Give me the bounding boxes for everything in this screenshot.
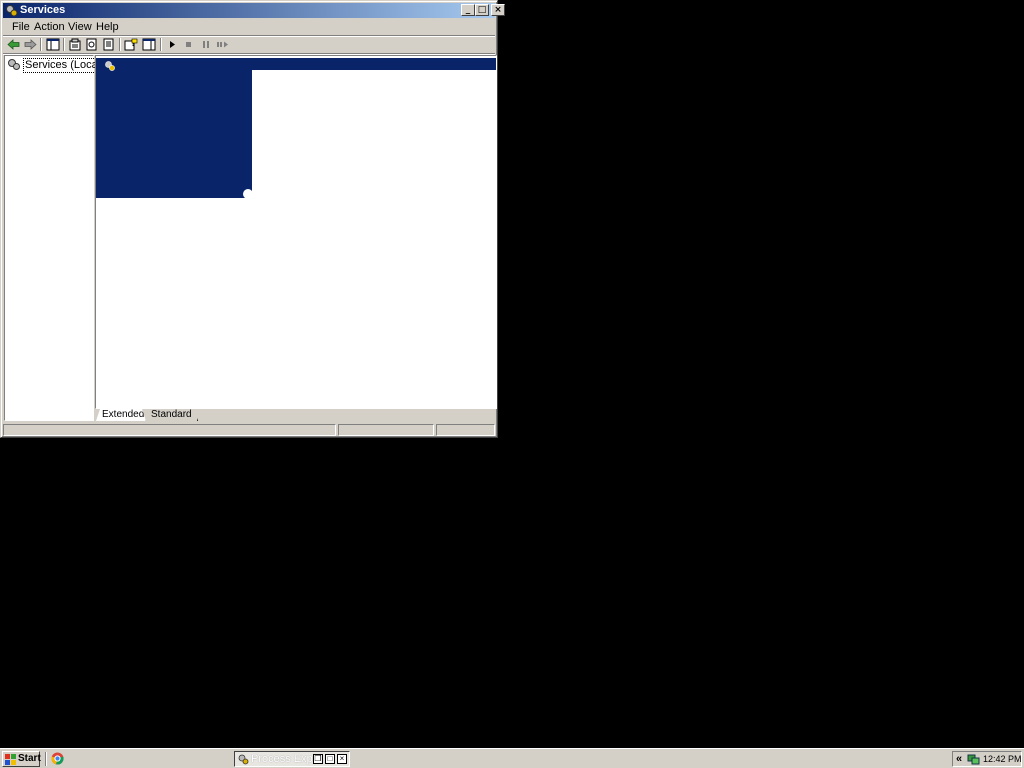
services-gear-icon (8, 59, 20, 70)
status-cell-main (3, 424, 336, 436)
properties-icon (69, 38, 81, 51)
taskbar-button-process-explorer[interactable]: Process Expl... ❐ □ × (234, 751, 350, 767)
menu-action[interactable]: Action (33, 21, 66, 33)
play-icon (170, 41, 175, 48)
menu-help[interactable]: Help (95, 21, 120, 33)
clock[interactable]: 12:42 PM (983, 753, 1022, 765)
menu-file[interactable]: File (11, 21, 31, 33)
task-restore-button[interactable]: ❐ (313, 754, 323, 764)
restart-service-button[interactable] (215, 37, 231, 52)
close-button[interactable]: × (491, 4, 505, 16)
toolbar-divider (63, 38, 65, 51)
services-window: Services _ □ × File Action View Help ? S… (0, 0, 505, 438)
back-arrow-icon (7, 39, 20, 50)
status-bar (3, 423, 495, 437)
stop-service-button[interactable] (181, 37, 197, 52)
details-pane[interactable] (95, 55, 497, 409)
task-maximize-button[interactable]: □ (325, 754, 335, 764)
forward-arrow-icon (24, 39, 37, 50)
pause-icon (203, 41, 209, 48)
network-icon[interactable] (967, 753, 980, 765)
extended-view-panel (96, 70, 252, 198)
view-tabs: Extended Standard (95, 409, 497, 422)
help-button[interactable]: ? (123, 37, 139, 52)
show-hide-console-tree-button[interactable] (45, 37, 61, 52)
system-tray: « 12:42 PM (952, 751, 1022, 767)
process-explorer-icon (238, 754, 249, 765)
details-header-bar (96, 58, 496, 70)
start-service-button[interactable] (164, 37, 180, 52)
menu-bar: File Action View Help (3, 19, 495, 35)
restart-icon (217, 41, 228, 48)
chrome-icon[interactable] (51, 752, 64, 765)
window-title: Services (20, 4, 66, 16)
export-list-icon (103, 38, 114, 51)
start-button[interactable]: Start (2, 751, 41, 767)
toolbar-divider (119, 38, 121, 51)
toolbar-divider (160, 38, 162, 51)
tab-standard[interactable]: Standard (145, 409, 198, 421)
refresh-icon (86, 38, 97, 51)
toolbar-divider (40, 38, 42, 51)
properties-button[interactable] (67, 37, 83, 52)
status-cell-tertiary (436, 424, 495, 436)
task-close-button[interactable]: × (337, 754, 347, 764)
console-tree-pane[interactable]: Services (Local) (4, 55, 106, 421)
start-label: Start (18, 753, 41, 764)
menu-view[interactable]: View (67, 21, 93, 33)
tray-expand-chevron[interactable]: « (956, 753, 962, 765)
pause-service-button[interactable] (198, 37, 214, 52)
tab-extended[interactable]: Extended (96, 409, 146, 421)
status-cell-secondary (338, 424, 434, 436)
quick-launch-divider (45, 752, 47, 766)
refresh-button[interactable] (84, 37, 100, 52)
stop-icon (186, 42, 191, 47)
show-hide-action-pane-button[interactable] (141, 37, 157, 52)
windows-logo-icon (5, 754, 16, 765)
help-icon: ? (124, 38, 138, 51)
tree-item-label: Services (Local) (23, 58, 106, 73)
toolbar: ? (3, 36, 495, 53)
back-button[interactable] (6, 37, 22, 52)
services-gear-icon (6, 5, 18, 17)
maximize-button[interactable]: □ (475, 4, 489, 16)
title-bar[interactable]: Services _ □ × (3, 3, 505, 18)
forward-button[interactable] (22, 37, 38, 52)
extended-view-corner (243, 189, 253, 199)
taskbar: Start Process Expl... ❐ □ × « 12:42 PM (0, 748, 1024, 768)
console-tree-icon (46, 38, 60, 51)
services-gear-icon (105, 61, 115, 71)
action-pane-icon (142, 38, 156, 51)
minimize-button[interactable]: _ (461, 4, 475, 16)
export-list-button[interactable] (101, 37, 117, 52)
